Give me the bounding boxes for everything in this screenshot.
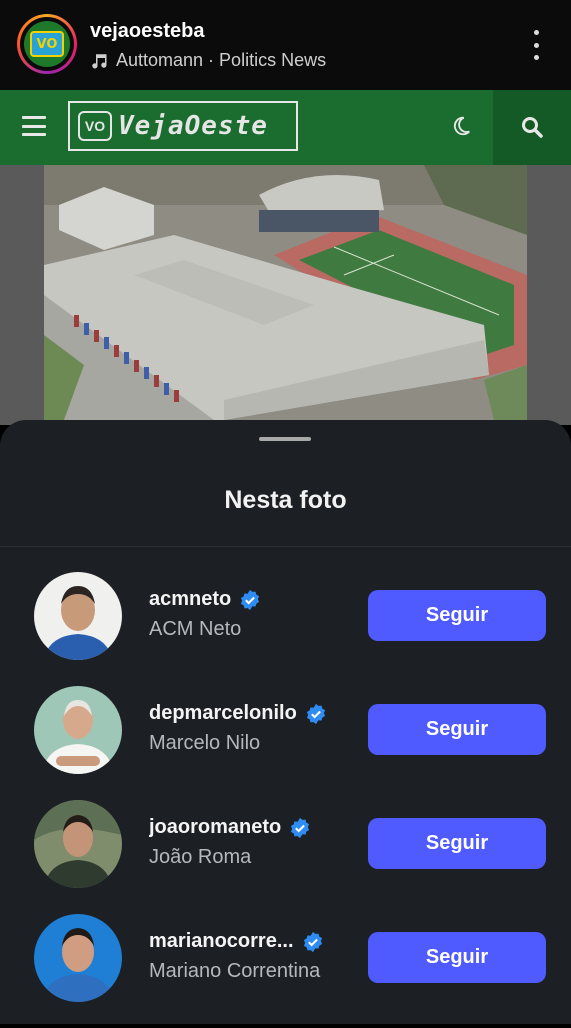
divider [0,546,571,547]
list-item: acmneto ACM Neto Seguir [0,572,571,686]
menu-icon [22,116,46,136]
avatar[interactable] [34,914,122,1002]
site-logo-text: VejaOeste [118,111,268,141]
verified-badge-icon [303,931,322,952]
full-name: Marcelo Nilo [149,732,261,754]
site-logo: VO VejaOeste [68,101,298,151]
more-options-icon[interactable] [528,30,544,60]
verified-badge-icon [241,589,260,610]
sheet-title: Nesta foto [224,486,347,514]
list-item: depmarcelonilo Marcelo Nilo Seguir [0,686,571,800]
username[interactable]: depmarcelonilo [149,702,297,725]
verified-badge-icon [291,817,310,838]
list-item: joaoromaneto João Roma Seguir [0,800,571,914]
vejaoeste-logo: VO [24,21,70,67]
audio-label: Auttomann · Politics News [116,50,327,70]
follow-button[interactable]: Seguir [368,704,546,755]
music-note-icon [92,53,107,68]
site-logo-mark: VO [78,111,112,141]
follow-button[interactable]: Seguir [368,818,546,869]
full-name: ACM Neto [149,618,242,640]
full-name: João Roma [149,846,252,868]
list-item: marianocorre... Mariano Correntina Segui… [0,914,571,1028]
username[interactable]: joaoromaneto [149,816,281,839]
avatar[interactable] [34,572,122,660]
audio-info[interactable]: Auttomann · Politics News [90,50,326,71]
verified-badge-icon [306,703,325,724]
full-name: Mariano Correntina [149,960,321,982]
post-header [0,0,571,90]
username[interactable]: marianocorre... [149,930,294,953]
moon-icon [453,116,470,136]
avatar[interactable] [34,686,122,774]
search-icon [522,117,543,138]
account-avatar[interactable]: VO [17,14,77,74]
follow-button[interactable]: Seguir [368,590,546,641]
avatar[interactable] [34,800,122,888]
follow-button[interactable]: Seguir [368,932,546,983]
username[interactable]: acmneto [149,588,231,611]
account-name[interactable]: vejaoesteba [90,20,205,43]
aerial-photo [44,165,527,420]
sheet-drag-handle[interactable] [259,437,311,441]
